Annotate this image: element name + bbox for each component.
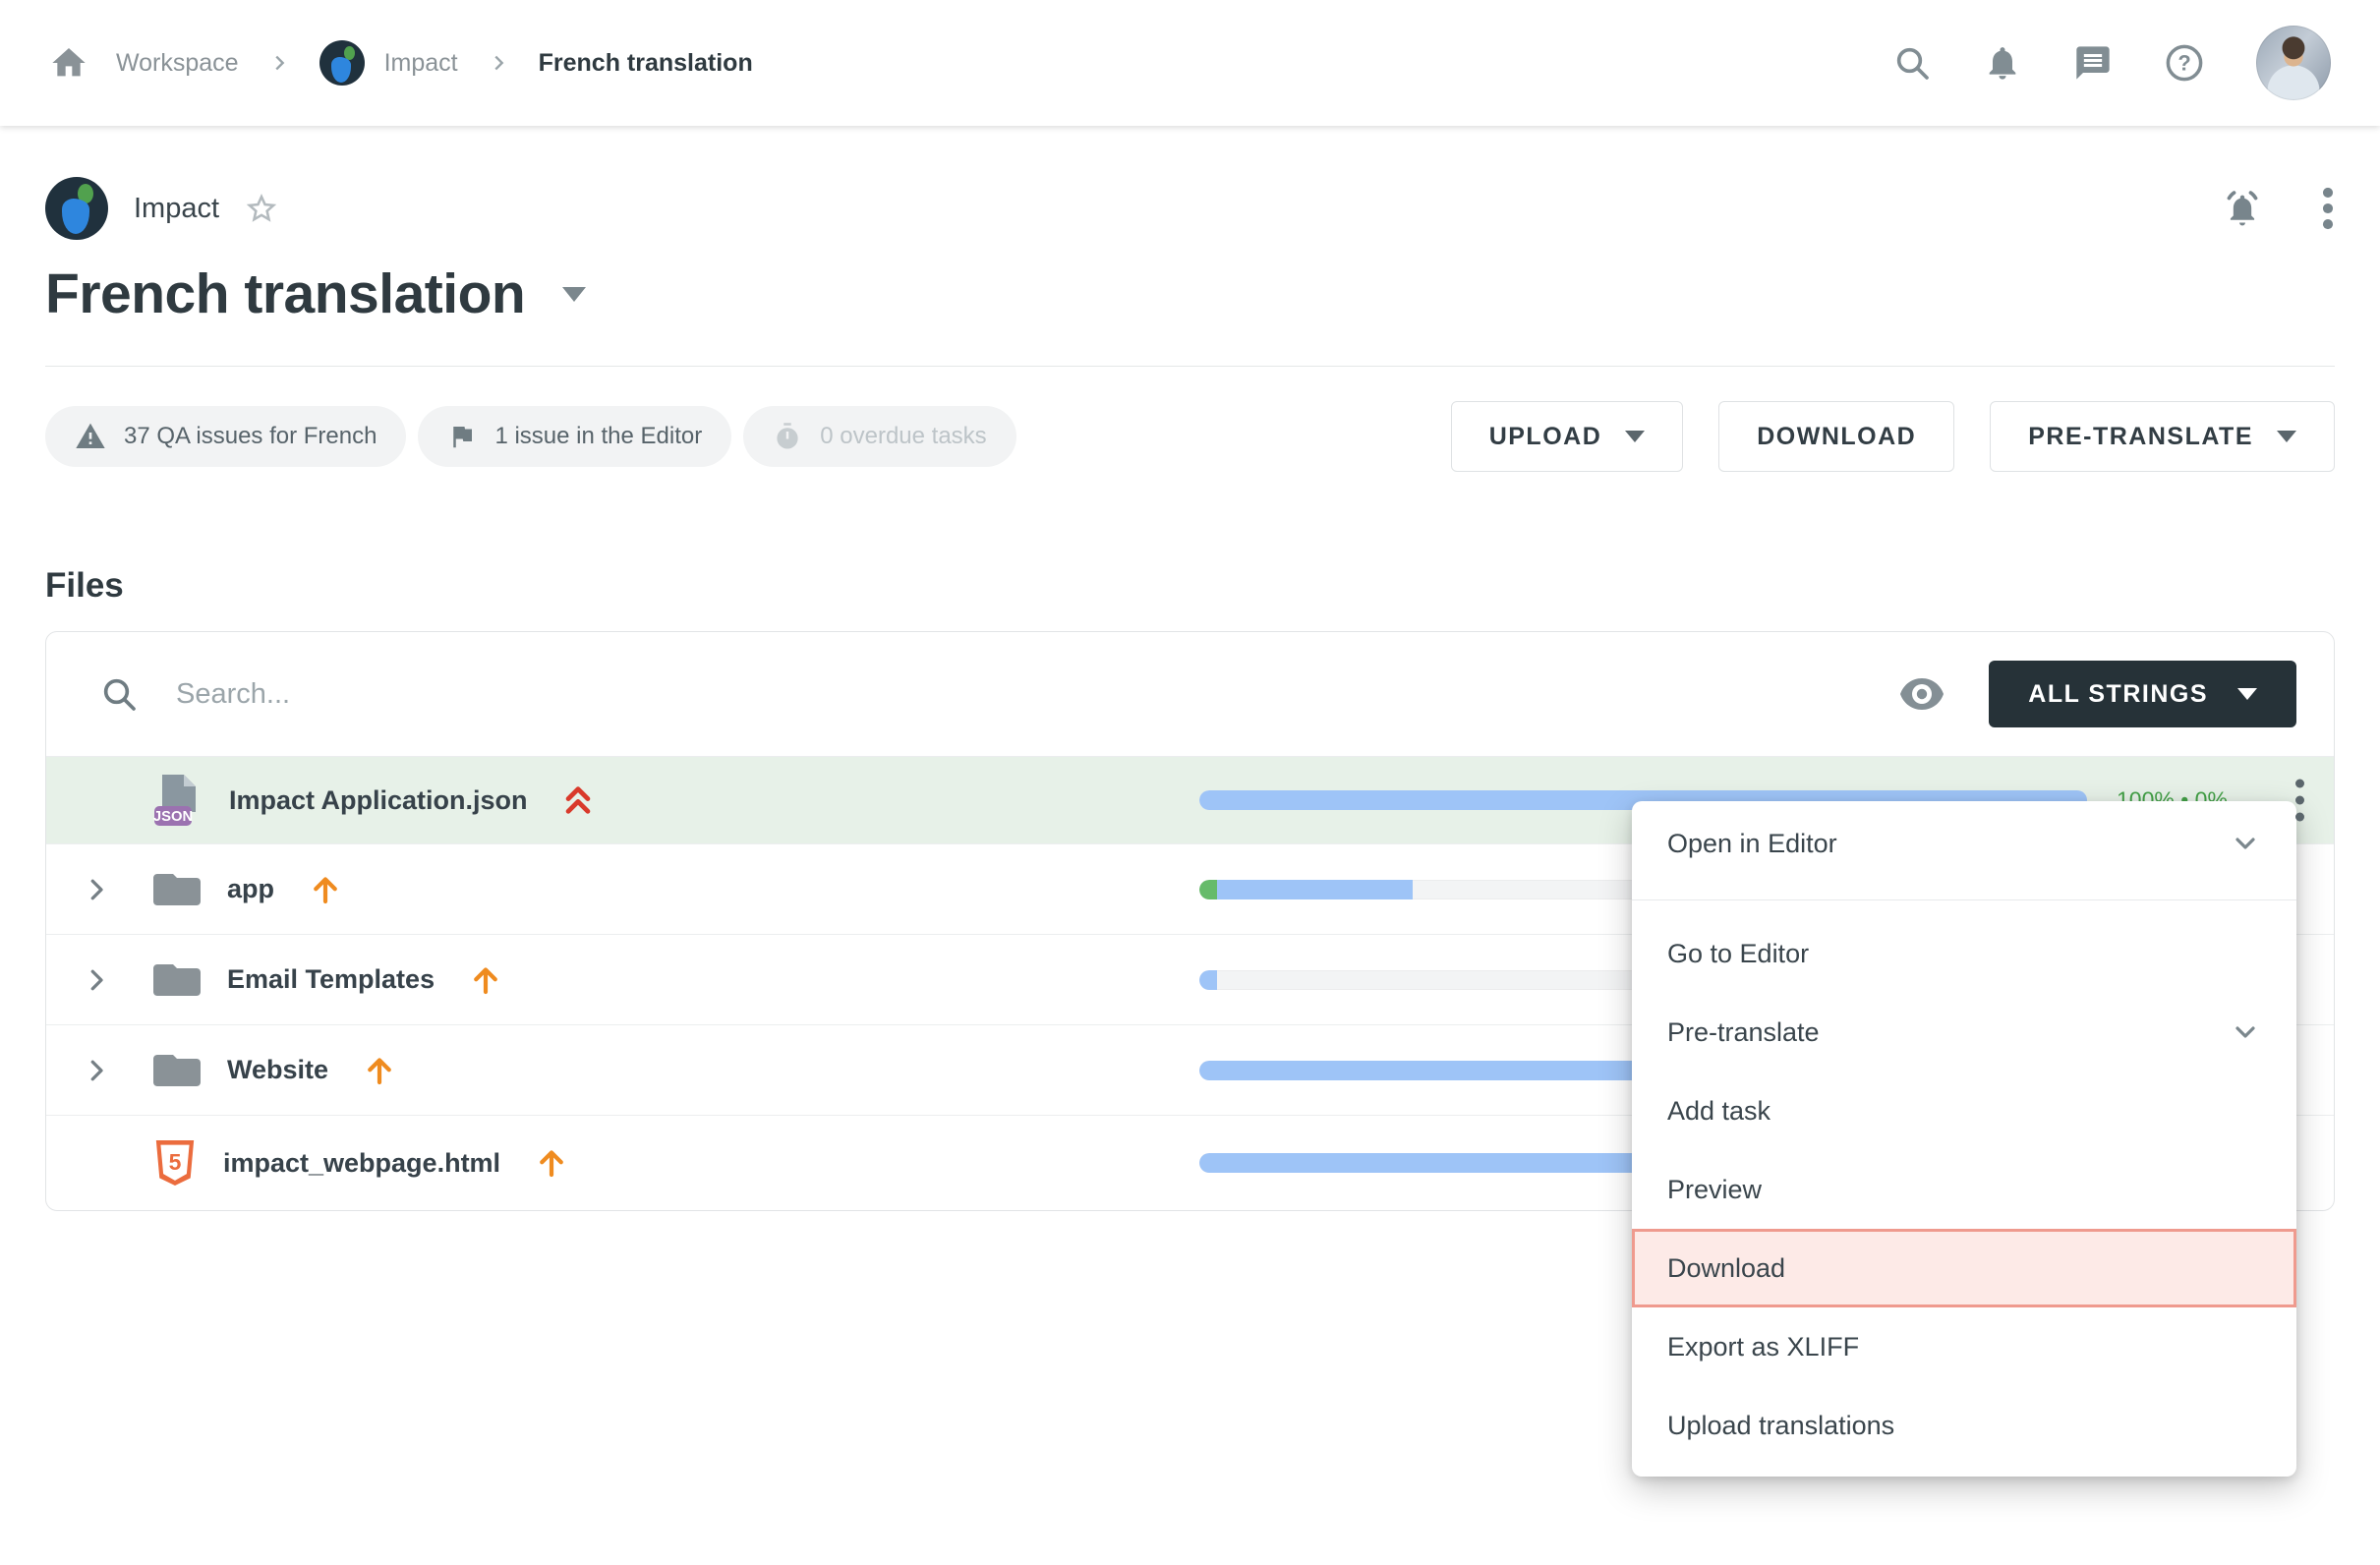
help-icon[interactable]: ?: [2164, 42, 2205, 84]
home-icon[interactable]: [49, 43, 88, 83]
progress-segment: [1199, 880, 1217, 899]
pre-translate-button[interactable]: PRE-TRANSLATE: [1990, 401, 2335, 472]
chevron-down-icon: [2230, 1016, 2261, 1048]
badge-label: 37 QA issues for French: [124, 423, 377, 450]
chevron-right-icon: [488, 52, 509, 74]
folder-icon: [152, 960, 202, 1000]
top-app-bar: Workspace Impact French translation ?: [0, 0, 2380, 126]
menu-item-label: Go to Editor: [1667, 939, 1809, 969]
caret-down-icon: [1625, 431, 1645, 442]
file-name[interactable]: impact_webpage.html: [223, 1148, 500, 1179]
chevron-right-icon: [268, 52, 290, 74]
breadcrumb-workspace[interactable]: Workspace: [116, 49, 239, 78]
title-dropdown-caret-icon[interactable]: [562, 287, 586, 302]
page-title: French translation: [45, 261, 525, 326]
file-name[interactable]: Website: [227, 1055, 328, 1085]
badge-label: 0 overdue tasks: [820, 423, 986, 450]
folder-icon: [152, 870, 202, 909]
app-window: Workspace Impact French translation ?: [0, 0, 2380, 1565]
folder-icon: [152, 1051, 202, 1090]
menu-item-download[interactable]: Download: [1632, 1229, 2296, 1307]
menu-item-label: Open in Editor: [1667, 829, 1837, 859]
svg-text:?: ?: [2177, 51, 2190, 76]
expand-chevron-right-icon[interactable]: [82, 965, 113, 995]
arrow-up-icon: [308, 872, 343, 907]
badge-label: 1 issue in the Editor: [494, 423, 702, 450]
expand-chevron-right-icon[interactable]: [82, 875, 113, 904]
svg-text:5: 5: [169, 1149, 182, 1175]
double-arrow-up-icon: [561, 782, 595, 819]
menu-item-preview[interactable]: Preview: [1632, 1150, 2296, 1229]
project-name[interactable]: Impact: [134, 193, 219, 225]
progress-segment: [1217, 880, 1413, 899]
breadcrumb-project[interactable]: Impact: [384, 49, 458, 78]
file-name[interactable]: Impact Application.json: [229, 785, 528, 816]
search-icon[interactable]: [1892, 43, 1932, 83]
stopwatch-icon: [773, 422, 802, 451]
file-name[interactable]: app: [227, 874, 274, 904]
subscribe-bell-icon[interactable]: [2221, 187, 2264, 230]
status-badge-1-issue-in-the-editor[interactable]: 1 issue in the Editor: [418, 406, 731, 467]
menu-item-label: Pre-translate: [1667, 1017, 1820, 1048]
menu-item-add-task[interactable]: Add task: [1632, 1072, 2296, 1150]
svg-text:JSON: JSON: [153, 809, 193, 825]
chevron-down-icon: [2230, 828, 2261, 859]
file-context-menu: Open in Editor Go to Editor Pre-translate A…: [1632, 801, 2296, 1477]
menu-item-export-as-xliff[interactable]: Export as XLIFF: [1632, 1307, 2296, 1386]
menu-divider: [1632, 899, 2296, 900]
user-avatar[interactable]: [2256, 26, 2331, 100]
expand-chevron-right-icon[interactable]: [82, 1056, 113, 1085]
menu-item-pre-translate[interactable]: Pre-translate: [1632, 993, 2296, 1072]
eye-visibility-icon[interactable]: [1898, 677, 1945, 711]
breadcrumb-current-page: French translation: [539, 49, 753, 78]
menu-item-open-in-editor[interactable]: Open in Editor: [1632, 801, 2296, 886]
menu-item-label: Add task: [1667, 1096, 1770, 1127]
progress-segment: [1199, 970, 1217, 990]
breadcrumb: Workspace Impact French translation: [49, 40, 753, 86]
notifications-bell-icon[interactable]: [1983, 43, 2022, 83]
arrow-up-icon: [534, 1145, 569, 1181]
project-avatar-small[interactable]: [319, 40, 365, 86]
header-divider: [45, 366, 2335, 367]
menu-item-label: Export as XLIFF: [1667, 1332, 1859, 1362]
search-icon: [99, 674, 139, 714]
menu-item-go-to-editor[interactable]: Go to Editor: [1632, 914, 2296, 993]
file-name[interactable]: Email Templates: [227, 964, 435, 995]
row-kebab-menu-icon[interactable]: [2292, 776, 2308, 826]
arrow-up-icon: [468, 962, 503, 998]
files-search-row: ALL STRINGS: [46, 632, 2334, 757]
files-heading: Files: [45, 566, 2335, 606]
project-header: Impact: [45, 177, 2335, 240]
menu-item-label: Upload translations: [1667, 1411, 1894, 1441]
status-badge-0-overdue-tasks: 0 overdue tasks: [743, 406, 1016, 467]
html-file-icon: 5: [152, 1135, 198, 1190]
caret-down-icon: [2277, 431, 2296, 442]
messages-icon[interactable]: [2073, 43, 2113, 83]
warning-icon: [75, 421, 106, 452]
menu-item-upload-translations[interactable]: Upload translations: [1632, 1386, 2296, 1465]
search-input[interactable]: [176, 678, 1898, 711]
caret-down-icon: [2237, 688, 2257, 700]
favorite-star-icon[interactable]: [245, 192, 278, 225]
project-kebab-menu-icon[interactable]: [2321, 186, 2335, 231]
upload-button[interactable]: UPLOAD: [1451, 401, 1684, 472]
status-badge-37-qa-issues-for-french[interactable]: 37 QA issues for French: [45, 406, 406, 467]
download-button[interactable]: DOWNLOAD: [1718, 401, 1954, 472]
json-file-icon: JSON: [152, 773, 203, 828]
arrow-up-icon: [362, 1053, 397, 1088]
status-badges: 37 QA issues for French 1 issue in the Ed…: [45, 406, 1016, 467]
project-logo: [45, 177, 108, 240]
menu-item-label: Download: [1667, 1253, 1785, 1284]
menu-item-label: Preview: [1667, 1175, 1762, 1205]
strings-filter-button[interactable]: ALL STRINGS: [1989, 661, 2296, 727]
flag-icon: [447, 422, 477, 451]
